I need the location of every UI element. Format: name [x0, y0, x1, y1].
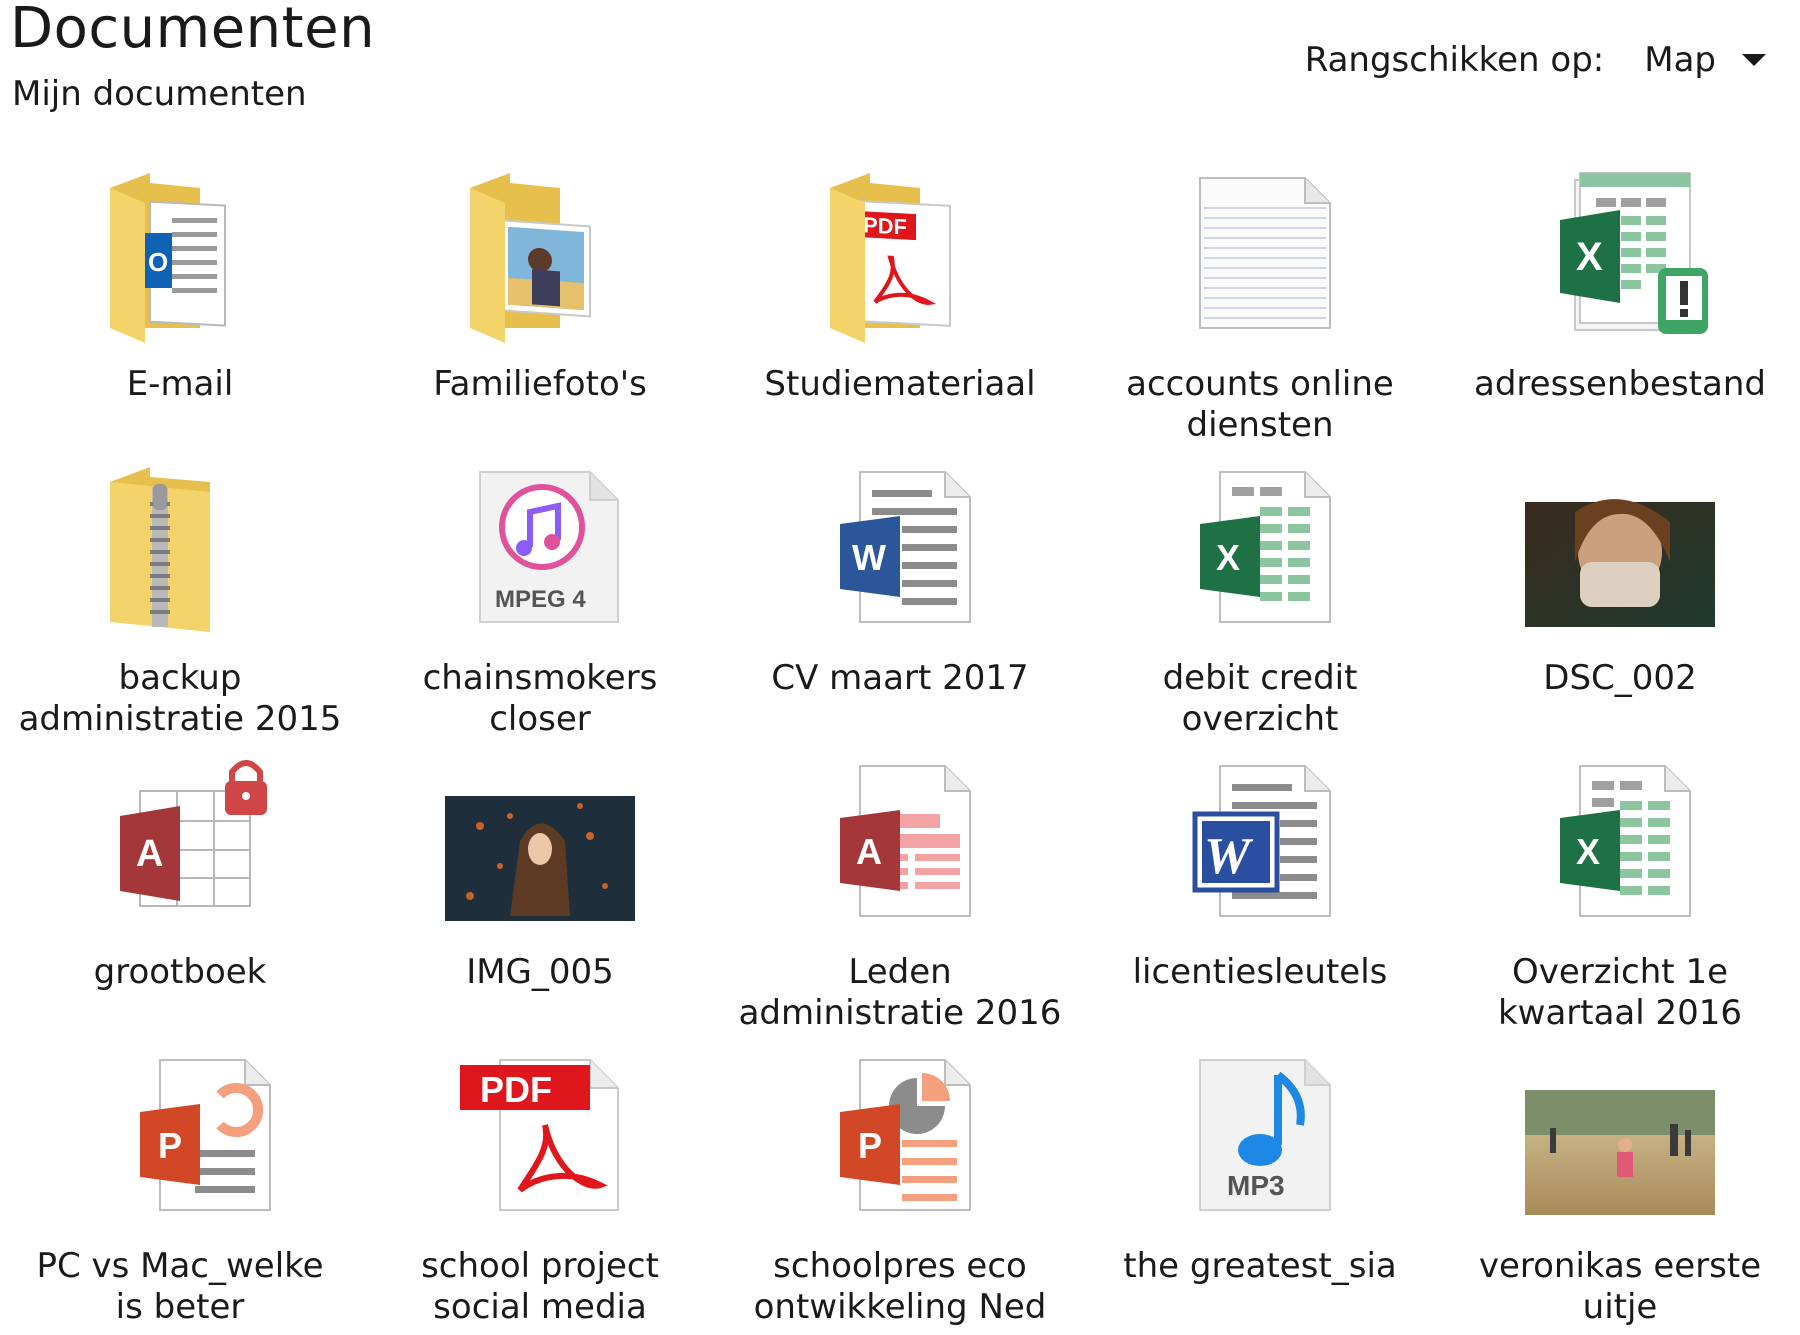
- file-item[interactable]: X adressenbestand: [1440, 158, 1800, 452]
- file-name: debit credit overzicht: [1162, 658, 1358, 739]
- file-item[interactable]: Familiefoto's: [360, 158, 720, 452]
- file-name: Overzicht 1e kwartaal 2016: [1497, 952, 1743, 1033]
- file-item[interactable]: X debit credit overzicht: [1080, 452, 1440, 746]
- folder-pdf-icon: PDF: [800, 158, 1000, 358]
- excel-letter: X: [1576, 831, 1600, 872]
- pdf-label: PDF: [480, 1069, 552, 1110]
- mpeg4-music-icon: MPEG 4: [440, 452, 640, 652]
- wordpad-document-icon: W: [1160, 746, 1360, 946]
- word-letter: W: [852, 537, 886, 578]
- excel-document-icon: X: [1520, 746, 1720, 946]
- file-name: PC vs Mac_welke is beter: [36, 1246, 324, 1327]
- word-document-icon: W: [800, 452, 1000, 652]
- file-item[interactable]: MPEG 4 chainsmokers closer: [360, 452, 720, 746]
- powerpoint-letter: P: [158, 1125, 182, 1166]
- pdf-document-icon: PDF: [440, 1040, 640, 1240]
- file-item[interactable]: PDF Studiemateriaal: [720, 158, 1080, 452]
- mpeg4-label: MPEG 4: [495, 586, 586, 613]
- sort-label: Rangschikken op:: [1304, 40, 1605, 80]
- file-name: backup administratie 2015: [18, 658, 342, 739]
- file-item[interactable]: DSC_002: [1440, 452, 1800, 746]
- file-name: licentiesleutels: [1132, 952, 1388, 992]
- sort-value[interactable]: Map: [1644, 40, 1716, 80]
- access-document-icon: A: [800, 746, 1000, 946]
- sort-control[interactable]: Rangschikken op: Map: [1305, 40, 1766, 80]
- file-name: DSC_002: [1543, 658, 1697, 698]
- mp3-label: MP3: [1227, 1170, 1285, 1201]
- excel-warning-icon: X: [1520, 158, 1720, 358]
- file-item[interactable]: accounts online diensten: [1080, 158, 1440, 452]
- file-name: grootboek: [93, 952, 267, 992]
- file-item[interactable]: veronikas eerste uitje: [1440, 1040, 1800, 1334]
- file-name: the greatest_sia: [1123, 1246, 1397, 1286]
- file-item[interactable]: MP3 the greatest_sia: [1080, 1040, 1440, 1334]
- access-letter: A: [856, 831, 882, 872]
- file-name: CV maart 2017: [771, 658, 1029, 698]
- file-item[interactable]: O E-mail: [0, 158, 360, 452]
- file-item[interactable]: A grootboek: [0, 746, 360, 1040]
- text-document-icon: [1160, 158, 1360, 358]
- file-name: IMG_005: [466, 952, 614, 992]
- access-locked-icon: A: [80, 746, 280, 946]
- file-item[interactable]: P PC vs Mac_welke is beter: [0, 1040, 360, 1334]
- powerpoint-letter: P: [858, 1125, 882, 1166]
- file-grid: O E-mail Familiefoto's PDF Studiemateria…: [0, 158, 1800, 1334]
- file-name: veronikas eerste uitje: [1478, 1246, 1762, 1327]
- file-name: schoolpres eco ontwikkeling Ned: [753, 1246, 1047, 1327]
- excel-letter: X: [1216, 537, 1240, 578]
- file-name: adressenbestand: [1474, 364, 1766, 404]
- file-item[interactable]: backup administratie 2015: [0, 452, 360, 746]
- outlook-letter: O: [148, 247, 168, 277]
- powerpoint-document-icon: P: [800, 1040, 1000, 1240]
- powerpoint-document-icon: P: [80, 1040, 280, 1240]
- file-item[interactable]: PDF school project social media: [360, 1040, 720, 1334]
- photo-thumbnail-icon: [1520, 452, 1720, 652]
- page-title: Documenten: [10, 0, 376, 61]
- wordpad-letter: W: [1204, 828, 1254, 885]
- file-name: school project social media: [421, 1246, 659, 1327]
- folder-outlook-icon: O: [80, 158, 280, 358]
- file-name: chainsmokers closer: [422, 658, 658, 739]
- file-item[interactable]: IMG_005: [360, 746, 720, 1040]
- mp3-music-icon: MP3: [1160, 1040, 1360, 1240]
- breadcrumb: Mijn documenten: [12, 74, 307, 114]
- zip-folder-icon: [80, 452, 280, 652]
- file-name: Studiemateriaal: [764, 364, 1036, 404]
- access-letter: A: [136, 833, 163, 875]
- file-name: E-mail: [126, 364, 234, 404]
- file-item[interactable]: X Overzicht 1e kwartaal 2016: [1440, 746, 1800, 1040]
- file-item[interactable]: W licentiesleutels: [1080, 746, 1440, 1040]
- excel-document-icon: X: [1160, 452, 1360, 652]
- file-item[interactable]: P schoolpres eco ontwikkeling Ned: [720, 1040, 1080, 1334]
- file-name: Familiefoto's: [433, 364, 647, 404]
- file-name: accounts online diensten: [1126, 364, 1394, 445]
- excel-letter: X: [1576, 235, 1603, 279]
- file-name: Leden administratie 2016: [738, 952, 1062, 1033]
- photo-thumbnail-icon: [440, 746, 640, 946]
- file-item[interactable]: W CV maart 2017: [720, 452, 1080, 746]
- pdf-label: PDF: [863, 212, 907, 239]
- file-item[interactable]: A Leden administratie 2016: [720, 746, 1080, 1040]
- folder-photo-icon: [440, 158, 640, 358]
- chevron-down-icon[interactable]: [1742, 54, 1766, 66]
- photo-thumbnail-icon: [1520, 1040, 1720, 1240]
